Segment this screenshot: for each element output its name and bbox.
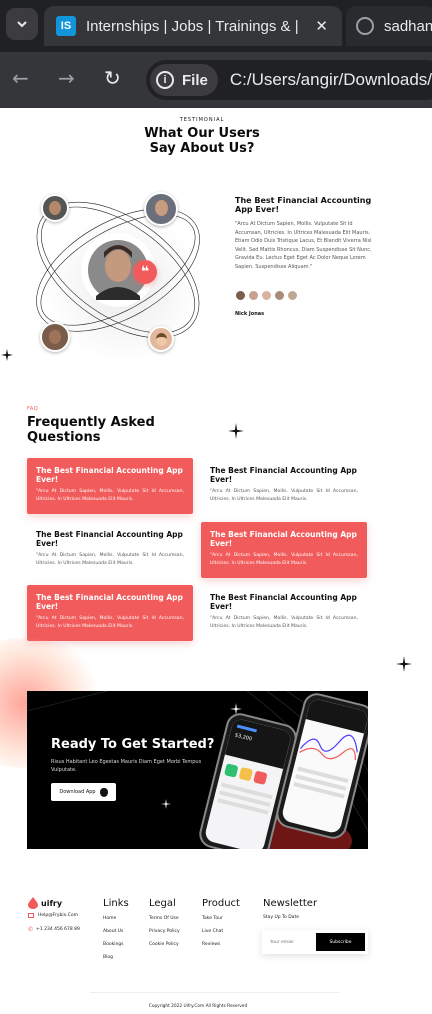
faq-question: The Best Financial Accounting App Ever! bbox=[36, 593, 183, 611]
cta-banner: Ready To Get Started? Risus Habitant Leo… bbox=[27, 691, 368, 849]
avatar bbox=[40, 322, 70, 352]
footer-link-about[interactable]: About Us bbox=[103, 925, 129, 938]
faq-answer: "Arcu At Dictum Sapien, Mollis. Vulputat… bbox=[36, 489, 184, 502]
footer-legal-column: Legal Terms Of Use Privacy Policy Cookie… bbox=[149, 898, 180, 951]
faq-question: The Best Financial Accounting App Ever! bbox=[210, 530, 357, 548]
address-bar[interactable]: i File C:/Users/angir/Downloads/ bbox=[146, 60, 432, 100]
sparkle-icon bbox=[1, 349, 13, 361]
close-icon[interactable]: ✕ bbox=[315, 17, 328, 35]
footer-product-column: Product Take Tour Live Chat Reviews bbox=[202, 898, 240, 951]
faq-question: The Best Financial Accounting App Ever! bbox=[210, 593, 357, 611]
footer-link-blog[interactable]: Blog bbox=[103, 951, 129, 964]
cta-body: Risus Habitant Leo Egestas Mauris Diam E… bbox=[51, 759, 202, 773]
chevron-down-icon bbox=[17, 21, 27, 28]
apple-icon bbox=[99, 787, 108, 797]
brand-name: uifry bbox=[41, 898, 63, 908]
forward-arrow-icon[interactable]: → bbox=[58, 68, 75, 88]
newsletter-form: Subscribe bbox=[262, 930, 368, 954]
reviewer-avatars bbox=[235, 290, 298, 302]
avatar bbox=[261, 290, 272, 301]
testimonial-author: Nick Jonas bbox=[235, 311, 265, 317]
phone-icon: ✆ bbox=[28, 926, 34, 933]
mail-icon bbox=[28, 913, 34, 918]
footer-link-chat[interactable]: Live Chat bbox=[202, 925, 240, 938]
footer-logo[interactable]: uifry bbox=[28, 897, 62, 909]
faq-question: The Best Financial Accounting App Ever! bbox=[36, 466, 183, 484]
product-heading: Product bbox=[202, 898, 240, 909]
faq-heading: Frequently Asked Questions bbox=[27, 415, 155, 445]
avatar bbox=[148, 326, 174, 352]
newsletter-email-input[interactable] bbox=[270, 939, 316, 945]
links-heading: Links bbox=[103, 898, 129, 909]
avatar bbox=[144, 192, 178, 226]
faq-item[interactable]: The Best Financial Accounting App Ever! … bbox=[27, 458, 193, 514]
avatar bbox=[248, 290, 259, 301]
site-info-chip[interactable]: i File bbox=[150, 64, 218, 96]
footer-link-tour[interactable]: Take Tour bbox=[202, 912, 240, 925]
faq-item[interactable]: The Best Financial Accounting App Ever! … bbox=[201, 522, 367, 578]
cta-heading: Ready To Get Started? bbox=[51, 737, 215, 752]
faq-question: The Best Financial Accounting App Ever! bbox=[36, 530, 183, 548]
testimonial-title: The Best Financial Accounting App Ever! bbox=[235, 196, 372, 214]
footer-links-column: Links Home About Us Bookings Blog bbox=[103, 898, 129, 964]
browser-tab-bar: IS Internships | Jobs | Trainings & | ✕ … bbox=[0, 0, 432, 52]
tab-active[interactable]: IS Internships | Jobs | Trainings & | ✕ bbox=[44, 6, 342, 46]
footer-link-cookie[interactable]: Cookie Policy bbox=[149, 938, 180, 951]
footer-link-privacy[interactable]: Privacy Policy bbox=[149, 925, 180, 938]
phone-balance: $3,200 bbox=[234, 732, 253, 743]
testimonial-heading: What Our Users Say About Us? bbox=[144, 126, 260, 156]
testimonial-quote: "Arcu At Dictum Sapien, Mollis. Vulputat… bbox=[235, 221, 372, 270]
internshala-favicon-icon: IS bbox=[56, 16, 76, 36]
flame-logo-icon bbox=[28, 897, 38, 909]
newsletter-heading: Newsletter bbox=[263, 898, 318, 909]
tab-title-inactive: sadhan bbox=[384, 17, 432, 35]
sparkle-icon bbox=[396, 656, 412, 672]
newsletter-subtitle: Stay Up To Date bbox=[263, 915, 299, 920]
back-arrow-icon[interactable]: ← bbox=[12, 68, 29, 88]
footer-newsletter: Newsletter Stay Up To Date bbox=[263, 898, 317, 920]
footer-link-reviews[interactable]: Reviews bbox=[202, 938, 240, 951]
footer-divider bbox=[90, 992, 340, 993]
sparkle-icon bbox=[228, 423, 244, 439]
globe-icon bbox=[356, 17, 374, 35]
web-page: TESTIMONIAL What Our Users Say About Us?… bbox=[0, 108, 432, 1014]
faq-item[interactable]: The Best Financial Accounting App Ever! … bbox=[201, 585, 367, 641]
quote-badge-icon: ❝ bbox=[133, 260, 157, 284]
faq-item[interactable]: The Best Financial Accounting App Ever! … bbox=[201, 458, 367, 514]
avatar bbox=[41, 194, 69, 222]
legal-heading: Legal bbox=[149, 898, 176, 909]
sparkle-icon bbox=[161, 799, 171, 809]
subscribe-button[interactable]: Subscribe bbox=[316, 933, 365, 951]
footer-link-bookings[interactable]: Bookings bbox=[103, 938, 129, 951]
faq-question: The Best Financial Accounting App Ever! bbox=[210, 466, 357, 484]
footer-link-home[interactable]: Home bbox=[103, 912, 129, 925]
download-app-button[interactable]: Download App bbox=[51, 783, 116, 801]
testimonial-eyebrow: TESTIMONIAL bbox=[179, 117, 225, 123]
faq-answer: "Arcu At Dictum Sapien, Mollis. Vulputat… bbox=[210, 489, 358, 502]
tab-title: Internships | Jobs | Trainings & | bbox=[86, 17, 299, 35]
faq-answer: "Arcu At Dictum Sapien, Mollis. Vulputat… bbox=[210, 553, 358, 566]
copyright-text: Copyright 2022 Uifry.Com All Rights Rese… bbox=[148, 1004, 248, 1009]
download-app-label: Download App bbox=[59, 789, 96, 795]
info-icon: i bbox=[156, 71, 174, 89]
url-text[interactable]: C:/Users/angir/Downloads/ bbox=[230, 70, 432, 90]
testimonial-illustration: ❝ bbox=[18, 178, 218, 368]
tab-search-button[interactable] bbox=[6, 8, 38, 40]
avatar bbox=[274, 290, 285, 301]
faq-answer: "Arcu At Dictum Sapien, Mollis. Vulputat… bbox=[36, 553, 184, 566]
faq-answer: "Arcu At Dictum Sapien, Mollis. Vulputat… bbox=[210, 616, 358, 629]
faq-item[interactable]: The Best Financial Accounting App Ever! … bbox=[27, 585, 193, 641]
avatar bbox=[235, 290, 246, 301]
avatar bbox=[287, 290, 298, 301]
footer-link-terms[interactable]: Terms Of Use bbox=[149, 912, 180, 925]
faq-eyebrow: FAQ bbox=[27, 406, 39, 412]
reload-icon[interactable]: ↻ bbox=[104, 68, 121, 88]
tab-inactive[interactable]: sadhan bbox=[346, 6, 432, 46]
browser-toolbar: ← → ↻ i File C:/Users/angir/Downloads/ bbox=[0, 52, 432, 108]
faq-answer: "Arcu At Dictum Sapien, Mollis. Vulputat… bbox=[36, 616, 184, 629]
footer-phone[interactable]: ✆ +1 234 456 678 89 bbox=[28, 926, 80, 933]
site-chip-label: File bbox=[182, 71, 208, 89]
faq-item[interactable]: The Best Financial Accounting App Ever! … bbox=[27, 522, 193, 578]
footer-email[interactable]: Help@Frybix.Com bbox=[28, 913, 78, 918]
